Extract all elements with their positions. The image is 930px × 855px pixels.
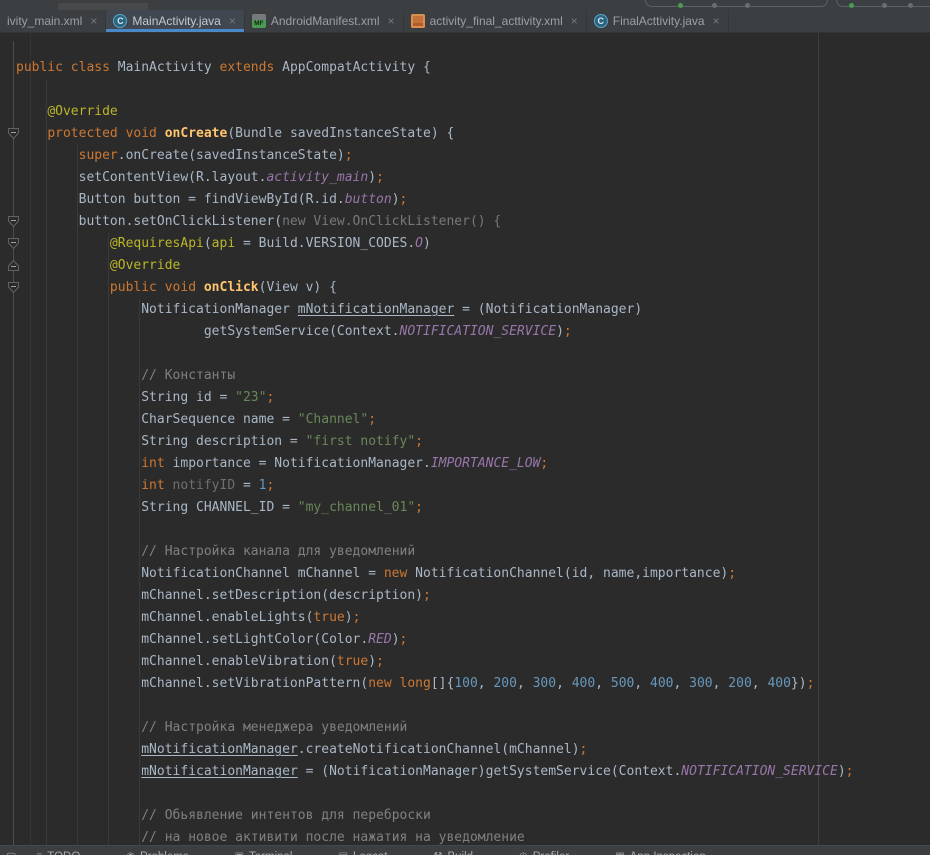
debug-button-icon[interactable] — [849, 3, 854, 8]
tool-window-button-logcat[interactable]: ▤ Logcat — [339, 851, 388, 855]
app-inspection-icon: ▦ — [615, 852, 624, 855]
class-icon: C — [594, 14, 608, 28]
tool-window-label: Profiler — [533, 851, 569, 855]
tool-window-label: Terminal — [249, 851, 292, 855]
run-button-icon[interactable] — [678, 3, 683, 8]
tool-window-stripe-icon[interactable]: ▢ — [6, 850, 16, 855]
tab-label: FinalActtivity.java — [613, 14, 705, 28]
code-line: // Настройка менеджера уведомлений — [0, 717, 930, 739]
tool-window-label: Build — [447, 851, 473, 855]
tab-label: ivity_main.xml — [7, 14, 82, 28]
tool-window-label: TODO — [47, 851, 80, 855]
code-line: // Обьявление интентов для переброски — [0, 805, 930, 827]
code-line: setContentView(R.layout.activity_main); — [0, 167, 930, 189]
tool-window-label: App Inspection — [630, 851, 706, 855]
code-line: // Константы — [0, 365, 930, 387]
terminal-icon: ▣ — [235, 852, 244, 855]
code-area[interactable]: public class MainActivity extends AppCom… — [0, 57, 930, 845]
logcat-icon: ▤ — [339, 852, 348, 855]
tab-label: MainActivity.java — [132, 14, 220, 28]
code-line: int importance = NotificationManager.IMP… — [0, 453, 930, 475]
toolbar-button-icon[interactable] — [712, 3, 717, 8]
code-line — [0, 783, 930, 805]
code-line: public class MainActivity extends AppCom… — [0, 57, 930, 79]
code-line: CharSequence name = "Channel"; — [0, 409, 930, 431]
tab-ivity-main-xml[interactable]: ivity_main.xml × — [0, 10, 106, 32]
code-line: // Настройка канала для уведомлений — [0, 541, 930, 563]
close-icon[interactable]: × — [571, 14, 578, 28]
tab-label: AndroidManifest.xml — [271, 14, 380, 28]
toolbar-button-icon[interactable] — [908, 3, 913, 8]
manifest-icon: MF — [252, 14, 266, 28]
code-line: getSystemService(Context.NOTIFICATION_SE… — [0, 321, 930, 343]
layout-icon — [411, 14, 425, 28]
ide-window: ivity_main.xml × C MainActivity.java × MF Andr… — [0, 0, 930, 855]
tool-window-button-problems[interactable]: ◉ Problems — [126, 851, 188, 855]
tab-androidmanifest-xml[interactable]: MF AndroidManifest.xml × — [245, 10, 404, 32]
code-line — [0, 695, 930, 717]
todo-icon: ≡ — [36, 852, 42, 855]
build-icon: ⚒ — [433, 852, 442, 855]
tool-window-bar: ▢ ≡ TODO ◉ Problems ▣ Terminal ▤ Logcat ⚒ Build ◷ P… — [0, 845, 930, 855]
code-line: protected void onCreate(Bundle savedInst… — [0, 123, 930, 145]
code-line: mChannel.enableLights(true); — [0, 607, 930, 629]
toolbar-button-icon[interactable] — [745, 3, 750, 8]
code-line: @Override — [0, 255, 930, 277]
code-line: @RequiresApi(api = Build.VERSION_CODES.O… — [0, 233, 930, 255]
run-configuration-selector-partial[interactable] — [58, 3, 148, 10]
code-line: @Override — [0, 101, 930, 123]
code-line: public void onClick(View v) { — [0, 277, 930, 299]
tab-finalacttivity-java[interactable]: C FinalActtivity.java × — [587, 10, 729, 32]
code-line: super.onCreate(savedInstanceState); — [0, 145, 930, 167]
code-line: button.setOnClickListener(new View.OnCli… — [0, 211, 930, 233]
tab-label: activity_final_acttivity.xml — [430, 14, 563, 28]
fold-down-icon[interactable] — [7, 127, 20, 140]
tool-window-button-app-inspection[interactable]: ▦ App Inspection — [615, 851, 706, 855]
code-line: mChannel.enableVibration(true); — [0, 651, 930, 673]
tool-window-button-profiler[interactable]: ◷ Profiler — [519, 851, 569, 855]
tab-mainactivity-java[interactable]: C MainActivity.java × — [106, 10, 245, 32]
toolbar-button-icon[interactable] — [882, 3, 887, 8]
close-icon[interactable]: × — [90, 14, 97, 28]
code-line: Button button = findViewById(R.id.button… — [0, 189, 930, 211]
code-line: String id = "23"; — [0, 387, 930, 409]
toolbar-button-group[interactable] — [645, 0, 828, 7]
code-line — [0, 343, 930, 365]
code-line: mNotificationManager = (NotificationMana… — [0, 761, 930, 783]
tool-window-button-build[interactable]: ⚒ Build — [433, 851, 473, 855]
code-line: String CHANNEL_ID = "my_channel_01"; — [0, 497, 930, 519]
code-editor[interactable]: public class MainActivity extends AppCom… — [0, 33, 930, 845]
problems-icon: ◉ — [126, 852, 135, 855]
code-line: NotificationChannel mChannel = new Notif… — [0, 563, 930, 585]
code-line: NotificationManager mNotificationManager… — [0, 299, 930, 321]
profiler-icon: ◷ — [519, 852, 528, 855]
close-icon[interactable]: × — [388, 14, 395, 28]
class-icon: C — [113, 14, 127, 28]
close-icon[interactable]: × — [713, 14, 720, 28]
tab-bar: ivity_main.xml × C MainActivity.java × MF Andr… — [0, 10, 930, 33]
code-line: mChannel.setLightColor(Color.RED); — [0, 629, 930, 651]
code-line: String description = "first notify"; — [0, 431, 930, 453]
tool-window-button-terminal[interactable]: ▣ Terminal — [235, 851, 293, 855]
tool-window-label: Problems — [140, 851, 189, 855]
code-line — [0, 79, 930, 101]
tool-window-label: Logcat — [353, 851, 388, 855]
code-line: mNotificationManager.createNotificationC… — [0, 739, 930, 761]
code-line: int notifyID = 1; — [0, 475, 930, 497]
code-line: // на новое активити после нажатия на ув… — [0, 827, 930, 845]
code-line — [0, 519, 930, 541]
tab-activity-final-acttivity-xml[interactable]: activity_final_acttivity.xml × — [404, 10, 587, 32]
close-icon[interactable]: × — [229, 14, 236, 28]
code-line: mChannel.setDescription(description); — [0, 585, 930, 607]
fold-up-icon[interactable] — [7, 259, 20, 272]
fold-down-icon[interactable] — [7, 215, 20, 228]
main-toolbar-partial — [0, 0, 930, 10]
code-line: mChannel.setVibrationPattern(new long[]{… — [0, 673, 930, 695]
fold-down-icon[interactable] — [7, 281, 20, 294]
tool-window-button-todo[interactable]: ≡ TODO — [36, 851, 80, 855]
fold-down-icon[interactable] — [7, 237, 20, 250]
